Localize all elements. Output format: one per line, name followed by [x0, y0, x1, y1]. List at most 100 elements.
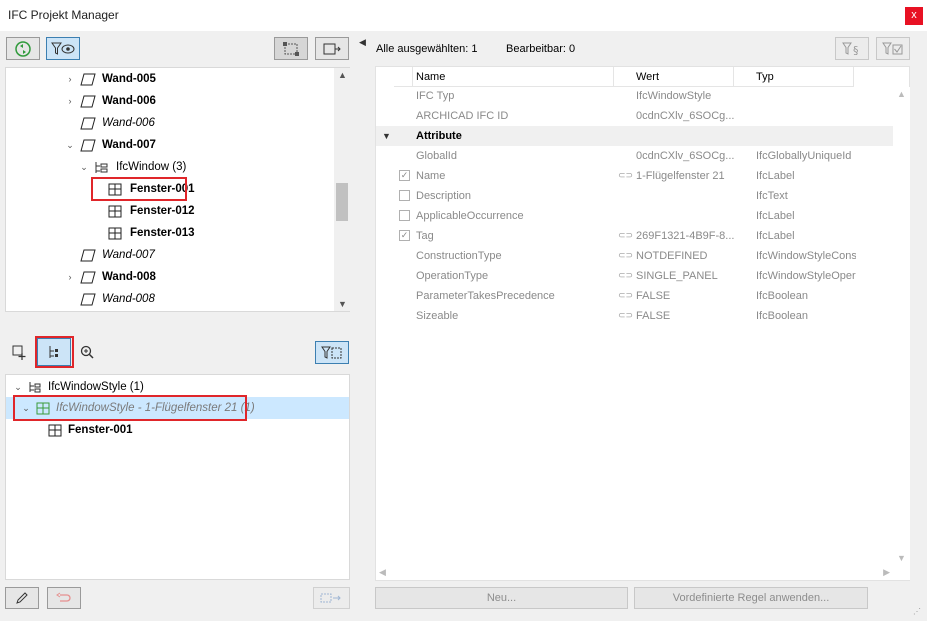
attribute-checkbox[interactable] [399, 210, 410, 221]
attribute-checkbox[interactable]: ✓ [399, 170, 410, 181]
refresh-icon [15, 40, 31, 57]
tree-node[interactable]: ⌄ IfcWindow (3) [78, 156, 186, 178]
tree-node-fenster[interactable]: Fenster-001 [48, 419, 133, 441]
column-header-value[interactable]: Wert [614, 67, 734, 87]
tree-node-label: Wand-007 [102, 249, 155, 261]
filter-select-button[interactable] [315, 341, 349, 364]
cell-type: IfcBoolean [756, 310, 808, 322]
tree-node[interactable]: Wand-006 [64, 112, 155, 134]
attribute-checkbox[interactable]: ✓ [399, 230, 410, 241]
frame-select-icon [283, 41, 299, 56]
tree-group-icon [29, 382, 41, 393]
scroll-right-icon[interactable]: ▶ [883, 567, 890, 578]
wall-icon [80, 139, 96, 151]
filter-view-button[interactable] [46, 37, 80, 60]
cell-name: ARCHICAD IFC ID [416, 110, 509, 122]
pencil-icon [16, 592, 28, 604]
attribute-row[interactable]: OperationType ⊂⊃ SINGLE_PANEL IfcWindowStyl… [376, 266, 893, 286]
filter-check-button[interactable] [876, 37, 910, 60]
cell-type: IfcWindowStyleOperationEnum [756, 270, 856, 282]
expand-arrow-icon[interactable]: ⌄ [64, 140, 76, 151]
zoom-button[interactable] [79, 344, 95, 360]
attribute-row[interactable]: ApplicableOccurrence IfcLabel [376, 206, 893, 226]
expand-arrow-icon[interactable]: › [64, 96, 76, 106]
resize-grip-icon[interactable]: ⋰ [913, 607, 923, 617]
tree-node-label: Wand-005 [102, 73, 156, 85]
scroll-thumb[interactable] [336, 183, 348, 221]
attribute-checkbox[interactable] [399, 190, 410, 201]
selection-count: Alle ausgewählten: 1 [376, 43, 478, 55]
tree-scrollbar[interactable]: ▲ ▼ [334, 68, 350, 311]
scroll-left-icon[interactable]: ◀ [379, 567, 386, 578]
column-header-type[interactable]: Typ [734, 67, 854, 87]
grid-h-scrollbar[interactable]: ◀ ▶ [376, 565, 893, 581]
scroll-down-icon[interactable]: ▼ [338, 299, 347, 309]
expand-arrow-icon[interactable]: › [64, 74, 76, 84]
tree-node[interactable]: Wand-008 [64, 288, 155, 310]
attribute-row[interactable]: GlobalId 0cdnCXlv_6SOCg... IfcGloballyUniq… [376, 146, 893, 166]
section-attribute[interactable]: ▼ Attribute [376, 126, 893, 146]
cell-name: ConstructionType [416, 250, 502, 262]
edit-button[interactable] [5, 587, 39, 609]
tree-node-label: Fenster-013 [130, 227, 195, 239]
tree-node[interactable]: ⌄ Wand-007 [64, 134, 156, 156]
grid-scrollbar[interactable]: ▲ ▼ [894, 87, 910, 580]
grid-row[interactable]: IFC Typ IfcWindowStyle [376, 86, 893, 106]
column-header-label: Name [416, 70, 446, 83]
cell-type: IfcBoolean [756, 290, 808, 302]
tree-node[interactable]: Wand-007 [64, 244, 155, 266]
filter-frame-icon [321, 346, 342, 359]
add-property-button[interactable] [10, 342, 32, 362]
expand-arrow-icon[interactable]: ⌄ [78, 162, 90, 173]
attribute-row[interactable]: Description IfcText [376, 186, 893, 206]
collapse-panel-arrow[interactable]: ◀ [359, 37, 366, 48]
transfer-button[interactable] [313, 587, 350, 609]
tree-node[interactable]: Fenster-013 [92, 222, 195, 244]
cell-name: Description [416, 190, 472, 202]
attribute-row[interactable]: ✓ Tag ⊂⊃ 269F1321-4B9F-8... IfcLabel [376, 226, 893, 246]
refresh-button[interactable] [6, 37, 40, 60]
wall-icon [80, 95, 96, 107]
tree-node[interactable]: › Wand-006 [64, 90, 156, 112]
scroll-up-icon[interactable]: ▲ [897, 89, 906, 99]
link-icon: ⊂⊃ [618, 290, 634, 300]
transfer-icon [320, 593, 341, 603]
show-element-button[interactable] [315, 37, 349, 60]
scroll-down-icon[interactable]: ▼ [897, 553, 906, 563]
expand-arrow-icon[interactable]: › [64, 272, 76, 282]
title-bar: IFC Projekt Manager x [0, 0, 927, 31]
tree-node-label: Wand-007 [102, 139, 156, 151]
attribute-row[interactable]: Sizeable ⊂⊃ FALSE IfcBoolean [376, 306, 893, 326]
close-button[interactable]: x [905, 7, 923, 25]
new-button[interactable]: Neu... [375, 587, 628, 609]
cell-name: GlobalId [416, 150, 457, 162]
window-icon [48, 424, 62, 436]
attribute-row[interactable]: ParameterTakesPrecedence ⊂⊃ FALSE IfcBoolea… [376, 286, 893, 306]
cell-name: IFC Typ [416, 90, 455, 102]
scroll-up-icon[interactable]: ▲ [338, 70, 347, 80]
column-header-name[interactable]: Name [413, 67, 614, 87]
cell-type: IfcText [756, 190, 788, 202]
cell-type: IfcWindowStyleConstructionEnum [756, 250, 856, 262]
grid-row[interactable]: ARCHICAD IFC ID 0cdnCXlv_6SOCg... [376, 106, 893, 126]
tree-node[interactable]: Fenster-012 [92, 200, 195, 222]
cell-type: IfcLabel [756, 230, 795, 242]
tree-node[interactable]: › Wand-005 [64, 68, 156, 90]
tree-group-icon [95, 161, 108, 173]
link-icon: ⊂⊃ [618, 310, 634, 320]
collapse-arrow-icon[interactable]: ▼ [382, 131, 391, 141]
apply-rule-button[interactable]: Vordefinierte Regel anwenden... [634, 587, 868, 609]
attribute-row[interactable]: ✓ Name ⊂⊃ 1-Flügelfenster 21 IfcLabel [376, 166, 893, 186]
cell-name: Sizeable [416, 310, 459, 322]
attribute-row[interactable]: ConstructionType ⊂⊃ NOTDEFINED IfcWindowSty… [376, 246, 893, 266]
select-element-button[interactable] [274, 37, 308, 60]
filter-paragraph-button[interactable]: § [835, 37, 869, 60]
element-tree-panel: › Wand-005 › Wand-006 Wand-006 ⌄ Wand-007 ⌄ IfcW… [5, 67, 350, 312]
highlight-box-fenster [91, 177, 187, 201]
undo-button[interactable] [47, 587, 81, 609]
tree-node-label: Fenster-001 [68, 424, 133, 436]
window-icon [108, 227, 122, 239]
filter-section-icon: § [842, 42, 859, 56]
tree-node[interactable]: › Wand-008 [64, 266, 156, 288]
expand-arrow-icon[interactable]: ⌄ [12, 382, 24, 393]
